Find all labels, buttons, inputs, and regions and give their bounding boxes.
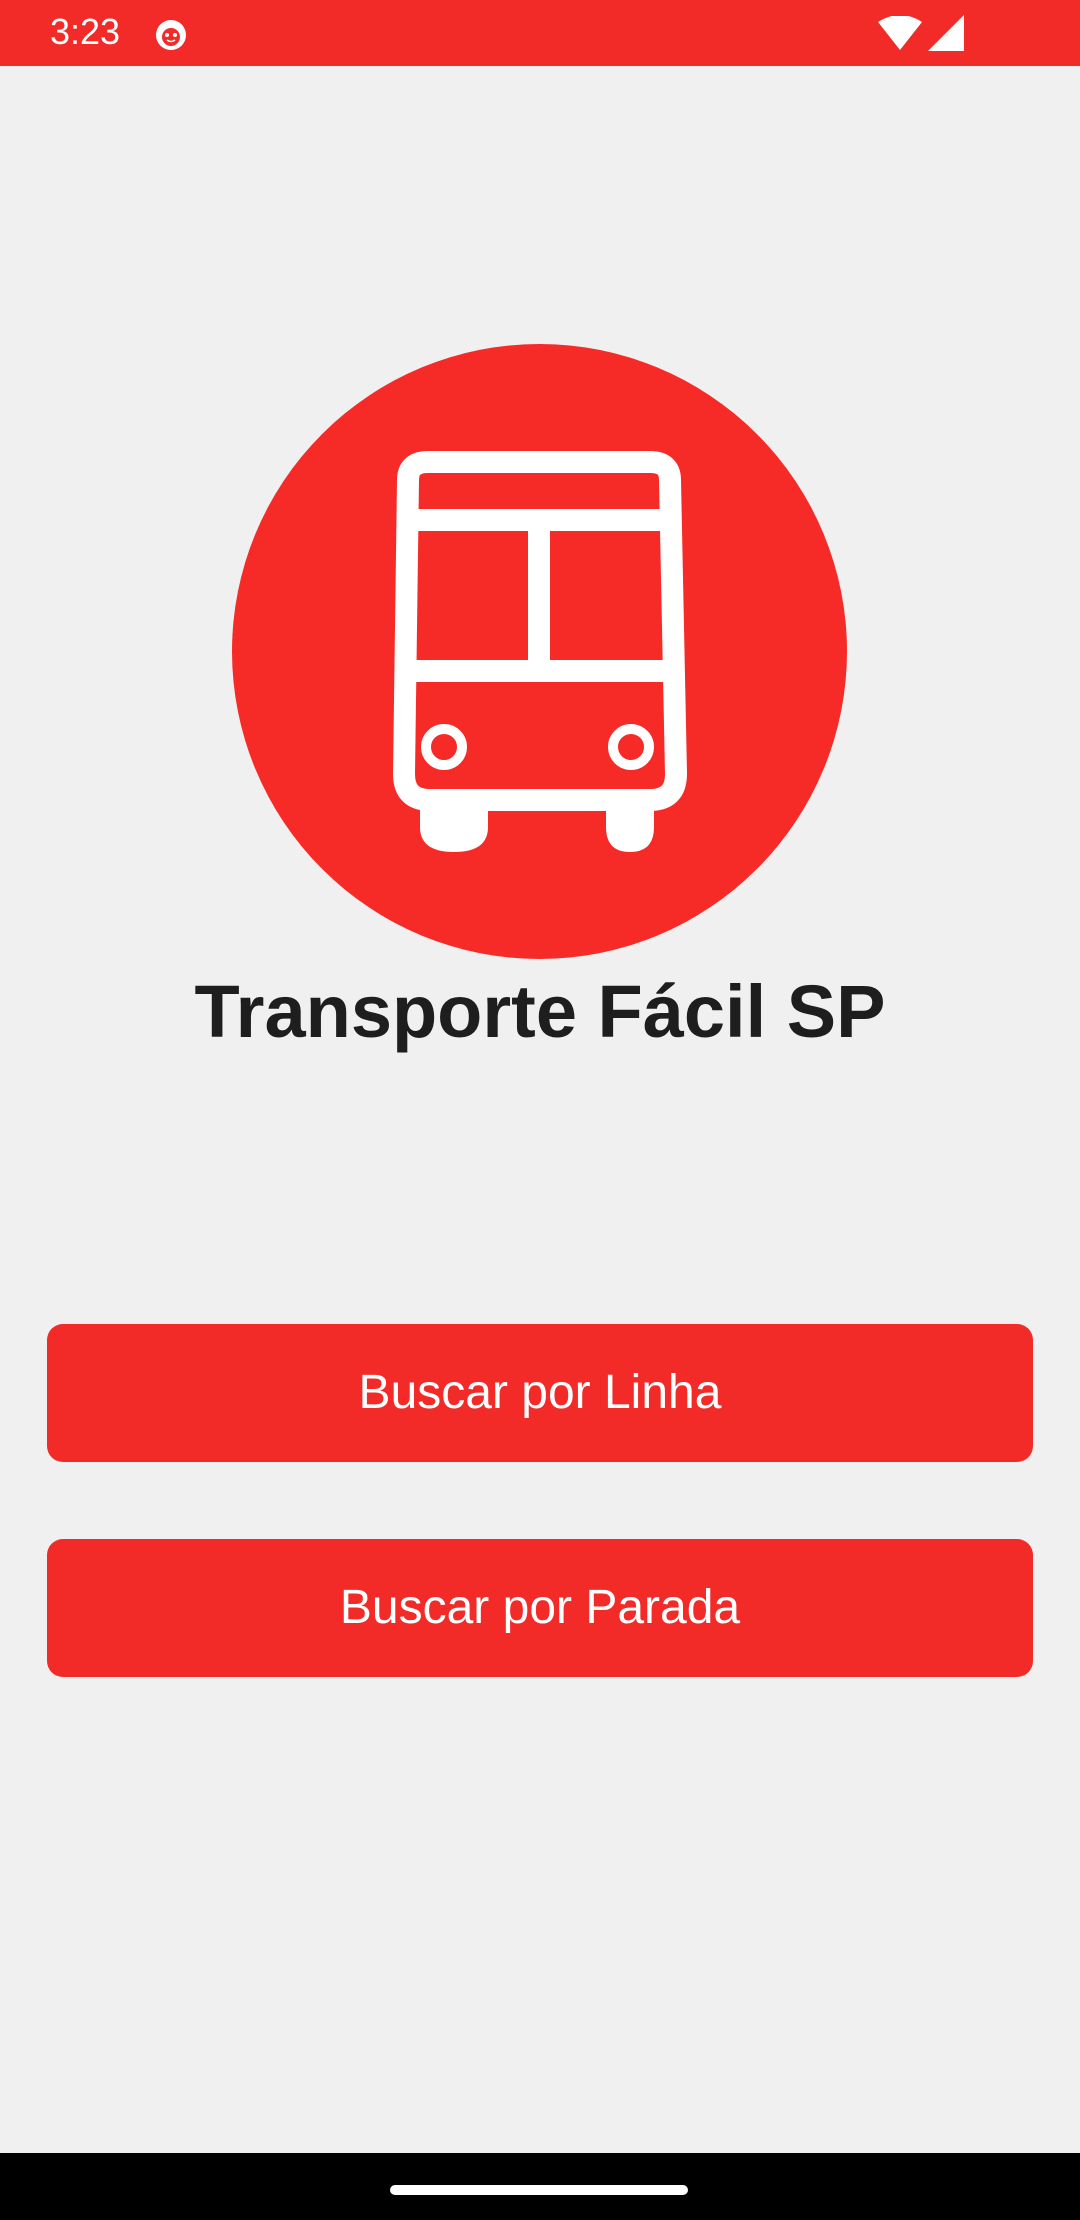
cellular-signal-icon bbox=[928, 15, 964, 51]
search-by-stop-button[interactable]: Buscar por Parada bbox=[47, 1539, 1033, 1677]
app-title: Transporte Fácil SP bbox=[194, 970, 886, 1053]
search-by-line-button[interactable]: Buscar por Linha bbox=[47, 1324, 1033, 1462]
status-time: 3:23 bbox=[50, 11, 121, 52]
bus-logo bbox=[232, 344, 847, 959]
cat-face-icon bbox=[156, 20, 186, 50]
wifi-icon bbox=[878, 16, 922, 50]
status-bar: 3:23 bbox=[0, 0, 1080, 66]
home-handle[interactable] bbox=[390, 2185, 688, 2195]
screen: 3:23 Transporte Fácil SP Buscar por Linh… bbox=[0, 0, 1080, 2220]
